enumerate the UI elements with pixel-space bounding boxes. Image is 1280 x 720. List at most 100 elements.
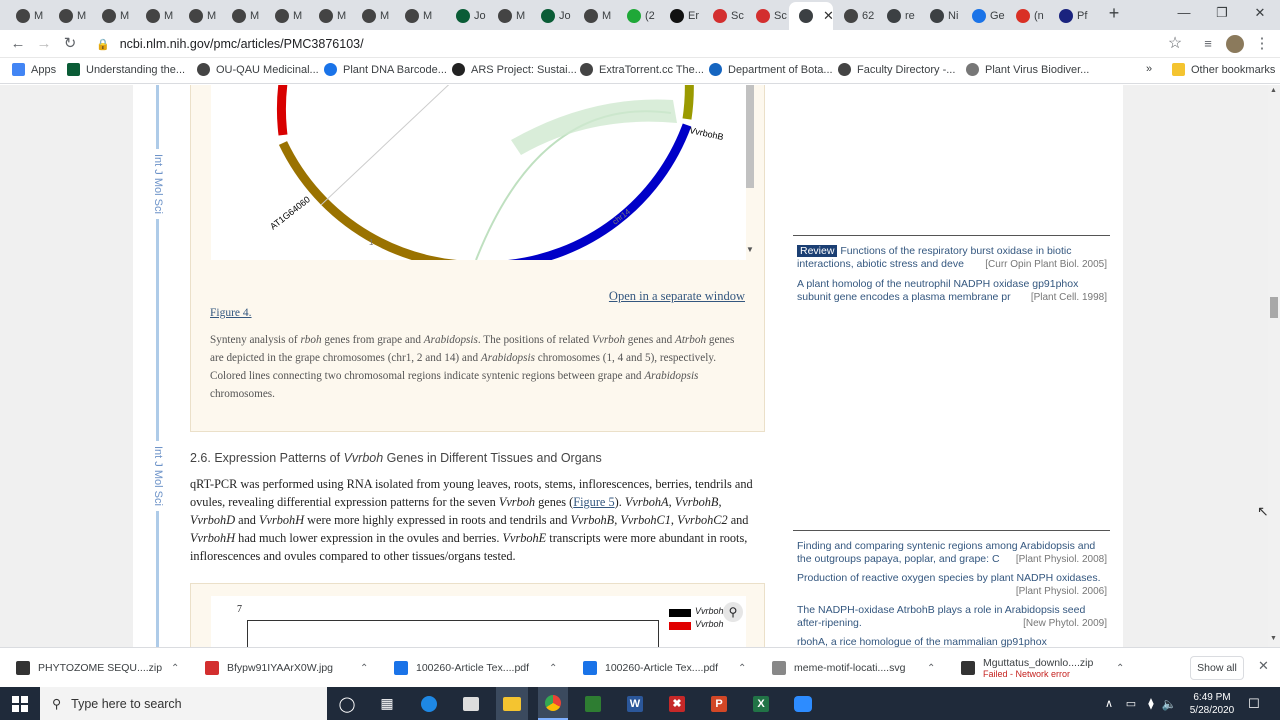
browser-tab[interactable]: M: [265, 2, 308, 30]
other-bookmarks-folder[interactable]: Other bookmarks: [1172, 63, 1275, 76]
browser-tab[interactable]: Ni: [920, 2, 963, 30]
download-item[interactable]: 100260-Article Tex....pdf ⌃: [394, 648, 557, 688]
chrome-icon[interactable]: [545, 694, 561, 711]
forward-icon[interactable]: →: [34, 34, 54, 54]
taskbar-search-box[interactable]: ⚲ Type here to search: [40, 687, 327, 720]
bookmark-item[interactable]: Plant DNA Barcode...: [324, 63, 447, 76]
chevron-up-icon[interactable]: ⌃: [549, 663, 557, 674]
page-scrollbar-thumb[interactable]: [1270, 297, 1278, 318]
menu-icon[interactable]: ⋮: [1252, 34, 1272, 54]
bookmark-star-icon[interactable]: ☆: [1165, 34, 1185, 54]
bookmark-item[interactable]: ARS Project: Sustai...: [452, 63, 577, 76]
journal-side-label[interactable]: Int J Mol Sci: [147, 441, 169, 511]
volume-icon[interactable]: 🔈: [1160, 687, 1178, 720]
back-icon[interactable]: ←: [8, 34, 28, 54]
browser-tab[interactable]: Pf: [1049, 2, 1092, 30]
figure-scrollbar[interactable]: ▼: [744, 85, 754, 260]
bookmark-item[interactable]: Faculty Directory -...: [838, 63, 955, 76]
close-tab-icon[interactable]: ✕: [823, 8, 833, 24]
new-tab-button[interactable]: +: [1104, 4, 1124, 24]
app-icon[interactable]: ✖: [669, 695, 685, 712]
browser-tab[interactable]: M: [574, 2, 617, 30]
edge-icon[interactable]: [421, 695, 437, 712]
cortana-icon[interactable]: ◯: [334, 687, 360, 720]
minimize-button[interactable]: —: [1172, 4, 1196, 24]
journal-side-label[interactable]: Int J Mol Sci: [147, 149, 169, 219]
browser-tab[interactable]: Sc: [703, 2, 746, 30]
browser-tab[interactable]: M: [136, 2, 179, 30]
store-icon[interactable]: [463, 696, 479, 711]
download-item[interactable]: Bfypw91IYAArX0W.jpg ⌃: [205, 648, 368, 688]
close-window-button[interactable]: ✕: [1248, 4, 1272, 24]
chevron-up-icon[interactable]: ⌃: [360, 663, 368, 674]
browser-tab[interactable]: M: [352, 2, 395, 30]
browser-tab[interactable]: Jo: [531, 2, 574, 30]
scroll-down-arrow-icon[interactable]: ▼: [1270, 635, 1277, 642]
browser-tab[interactable]: M: [92, 2, 135, 30]
tray-chevron-icon[interactable]: ∧: [1100, 687, 1118, 720]
bookmark-item[interactable]: ExtraTorrent.cc The...: [580, 63, 704, 76]
task-view-icon[interactable]: ▦: [374, 687, 400, 720]
bookmark-item[interactable]: OU-QAU Medicinal...: [197, 63, 319, 76]
windows-start-icon[interactable]: [0, 687, 40, 720]
bookmark-item[interactable]: Department of Bota...: [709, 63, 833, 76]
wifi-icon[interactable]: ⧫: [1142, 687, 1160, 720]
related-article[interactable]: The NADPH-oxidase AtrbohB plays a role i…: [797, 604, 1107, 630]
related-article[interactable]: rbohA, a rice homologue of the mammalian…: [797, 636, 1107, 647]
close-downloads-icon[interactable]: ✕: [1258, 658, 1269, 674]
browser-tab[interactable]: M: [6, 2, 49, 30]
browser-tab[interactable]: re: [877, 2, 920, 30]
chevron-up-icon[interactable]: ⌃: [738, 663, 746, 674]
article-title[interactable]: rbohA, a rice homologue of the mammalian…: [797, 636, 1047, 647]
reading-list-icon[interactable]: ≡: [1198, 34, 1218, 54]
scroll-up-arrow-icon[interactable]: ▲: [1270, 87, 1277, 94]
excel-chart-icon[interactable]: [585, 695, 601, 712]
browser-tab[interactable]: M: [179, 2, 222, 30]
bookmark-item[interactable]: Understanding the...: [67, 63, 185, 76]
page-scrollbar[interactable]: ▲ ▼: [1268, 85, 1280, 647]
figure-4-link[interactable]: Figure 4.: [210, 307, 252, 319]
browser-tab[interactable]: (n: [1006, 2, 1049, 30]
download-item[interactable]: Mguttatus_downlo....zip Failed - Network …: [961, 648, 1124, 688]
browser-tab[interactable]: Jo: [446, 2, 489, 30]
browser-tab[interactable]: M: [395, 2, 438, 30]
reload-icon[interactable]: ↻: [60, 34, 80, 54]
battery-icon[interactable]: ▭: [1122, 687, 1140, 720]
browser-tab[interactable]: Sc: [746, 2, 789, 30]
scroll-down-arrow-icon[interactable]: ▼: [746, 245, 754, 254]
notification-icon[interactable]: ☐: [1244, 687, 1264, 720]
download-item[interactable]: meme-motif-locati....svg ⌃: [772, 648, 935, 688]
clock[interactable]: 6:49 PM 5/28/2020: [1182, 687, 1242, 720]
bookmark-item[interactable]: Plant Virus Biodiver...: [966, 63, 1089, 76]
address-bar[interactable]: 🔒 ncbi.nlm.nih.gov/pmc/articles/PMC38761…: [96, 33, 1190, 55]
related-article[interactable]: A plant homolog of the neutrophil NADPH …: [797, 278, 1107, 304]
related-article[interactable]: Production of reactive oxygen species by…: [797, 572, 1107, 598]
browser-tab[interactable]: ✕: [789, 2, 833, 30]
show-all-downloads-button[interactable]: Show all: [1190, 656, 1244, 680]
bookmarks-overflow-button[interactable]: »: [1146, 63, 1152, 75]
browser-tab[interactable]: M: [488, 2, 531, 30]
file-explorer-icon[interactable]: [503, 696, 521, 711]
browser-tab[interactable]: (2: [617, 2, 660, 30]
related-article[interactable]: Finding and comparing syntenic regions a…: [797, 540, 1107, 566]
zoom-icon[interactable]: ⚲: [723, 602, 743, 622]
avatar[interactable]: [1225, 34, 1245, 54]
chevron-up-icon[interactable]: ⌃: [171, 663, 179, 674]
browser-tab[interactable]: 62: [834, 2, 877, 30]
chevron-up-icon[interactable]: ⌃: [1116, 663, 1124, 674]
download-item[interactable]: 100260-Article Tex....pdf ⌃: [583, 648, 746, 688]
download-item[interactable]: PHYTOZOME SEQU....zip ⌃: [16, 648, 179, 688]
zoom-app-icon[interactable]: [794, 695, 812, 712]
excel-icon[interactable]: X: [753, 695, 769, 712]
open-separate-window-link[interactable]: Open in a separate window: [609, 289, 745, 304]
related-article[interactable]: Review Functions of the respiratory burs…: [797, 245, 1107, 271]
browser-tab[interactable]: Er: [660, 2, 703, 30]
figure-scrollbar-thumb[interactable]: [746, 85, 754, 188]
browser-tab[interactable]: M: [49, 2, 92, 30]
chevron-up-icon[interactable]: ⌃: [927, 663, 935, 674]
article-title[interactable]: Production of reactive oxygen species by…: [797, 572, 1101, 584]
bookmark-item[interactable]: Apps: [12, 63, 56, 76]
maximize-button[interactable]: ❐: [1210, 4, 1234, 24]
figure-5-link[interactable]: Figure 5: [573, 495, 614, 509]
powerpoint-icon[interactable]: P: [711, 695, 727, 712]
